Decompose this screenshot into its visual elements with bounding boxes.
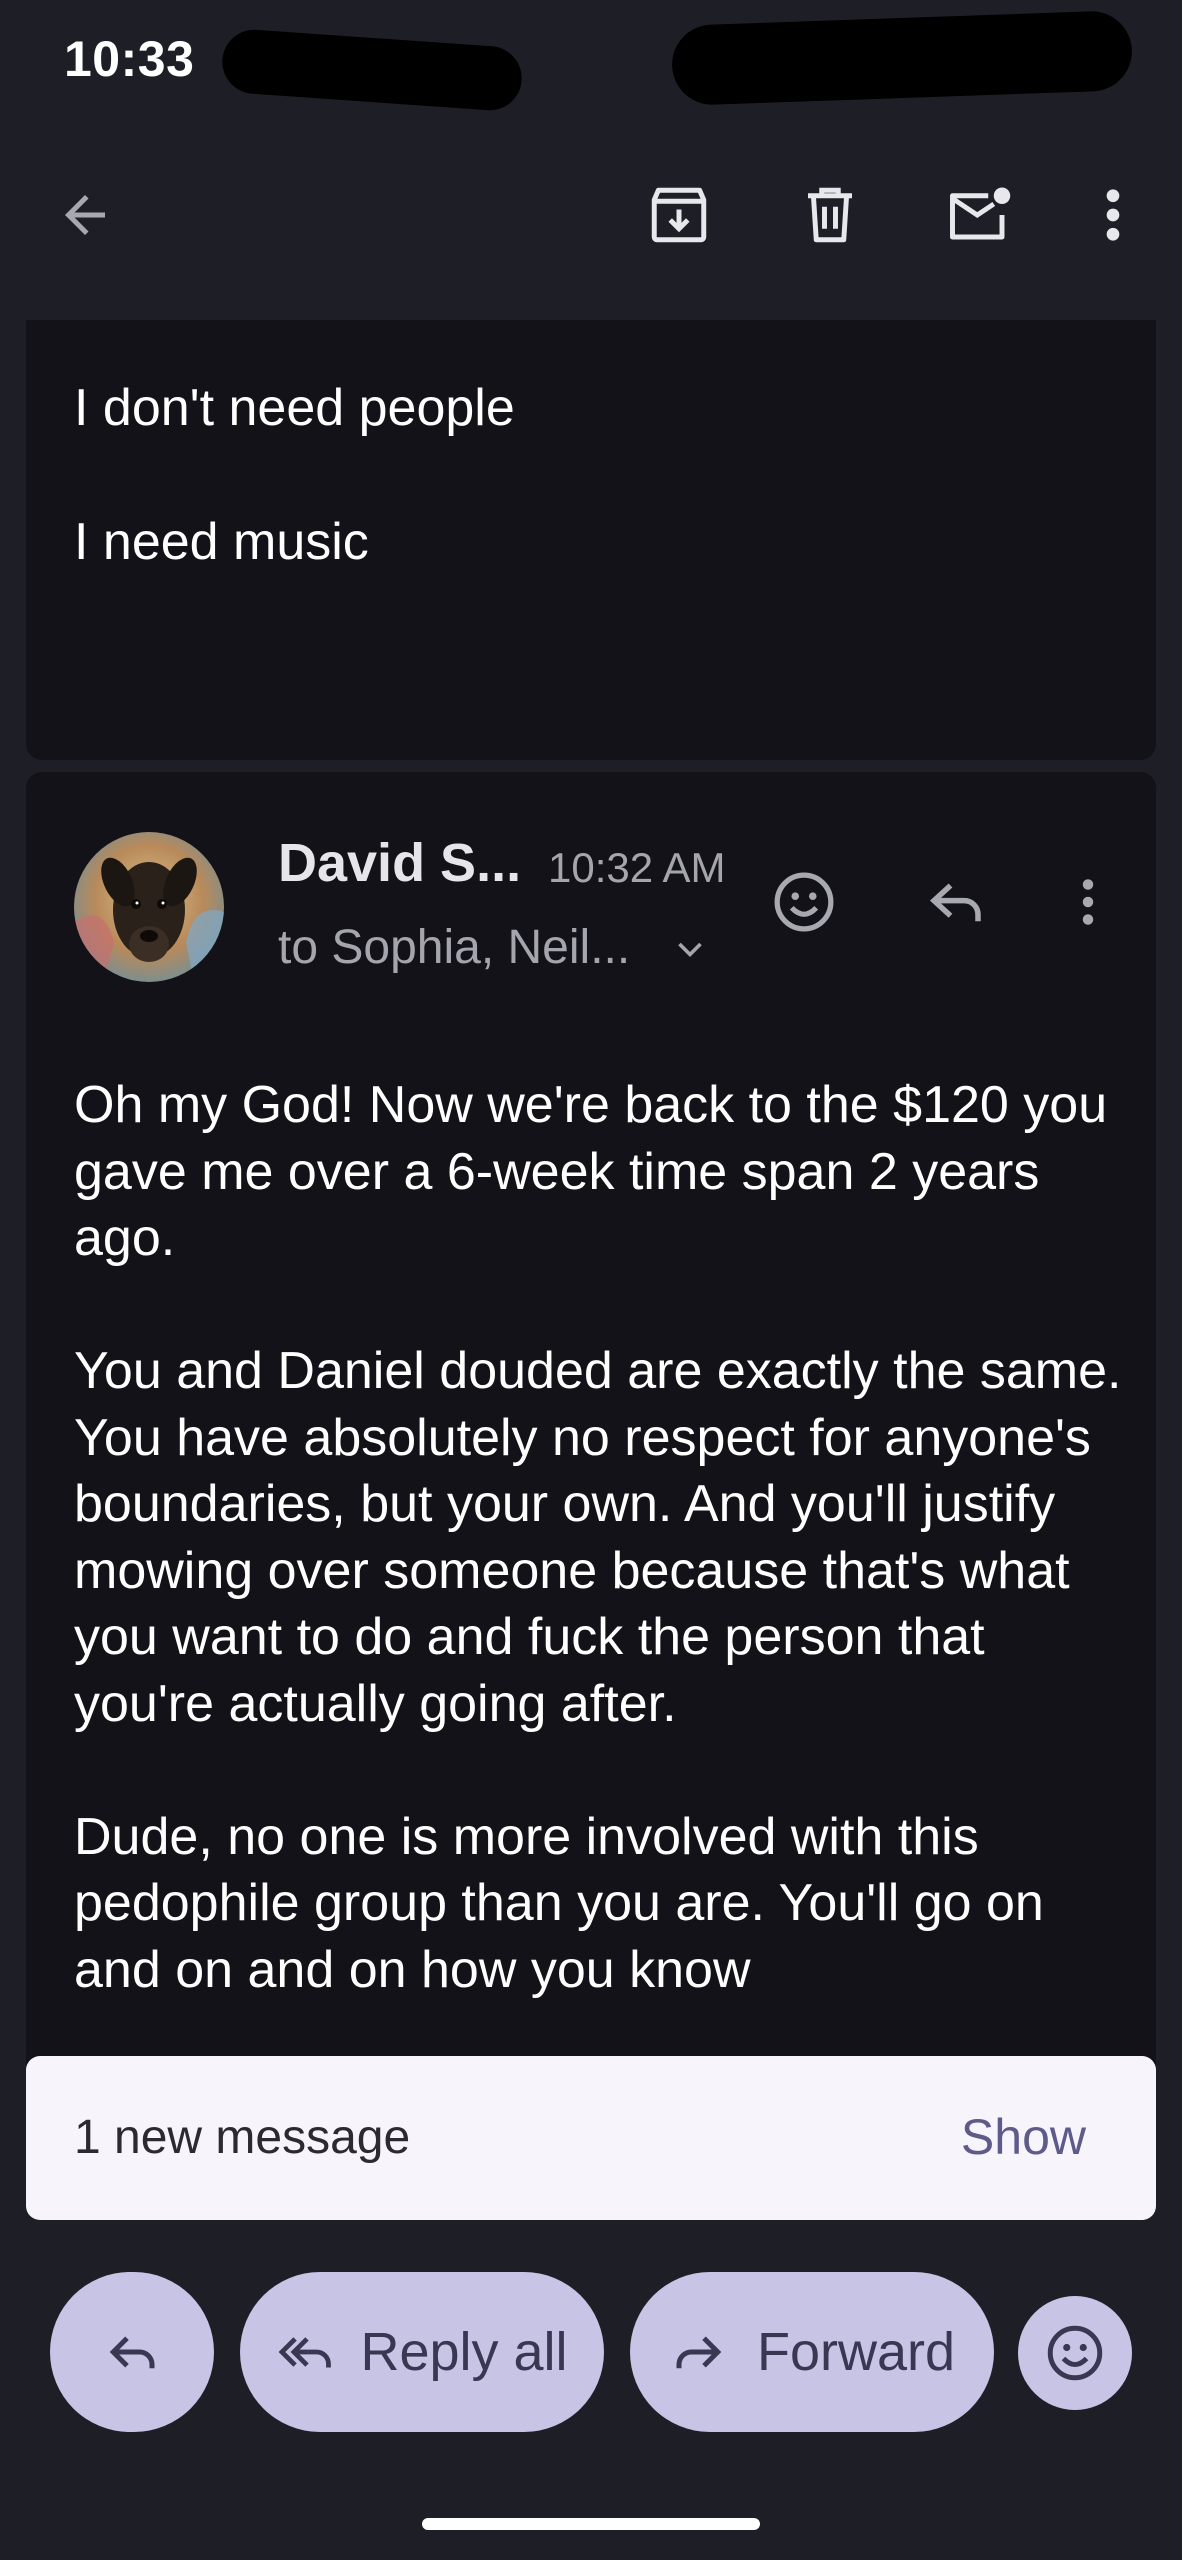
- reply-all-label: Reply all: [360, 2322, 568, 2382]
- emoji-icon: [774, 872, 834, 932]
- toolbar: [0, 160, 1182, 280]
- redaction-mark: [670, 9, 1134, 107]
- archive-button[interactable]: [624, 160, 734, 270]
- reply-all-icon: [279, 2337, 332, 2368]
- sender-name[interactable]: David S...: [278, 832, 521, 894]
- message-time: 10:32 AM: [548, 844, 726, 891]
- archive-icon: [651, 187, 707, 243]
- message-body: Oh my God! Now we're back to the $120 yo…: [74, 1072, 1134, 2070]
- mark-unread-button[interactable]: [925, 160, 1035, 270]
- arrow-back-icon: [65, 195, 105, 235]
- new-message-snackbar: 1 new message Show: [26, 2056, 1156, 2220]
- more-vert-icon: [1106, 189, 1120, 241]
- delete-icon: [808, 187, 852, 243]
- chevron-down-icon[interactable]: [672, 932, 708, 968]
- more-vert-icon: [1082, 879, 1094, 925]
- snackbar-text: 1 new message: [74, 2111, 411, 2164]
- message-line: I need music: [74, 513, 369, 571]
- recipients-summary[interactable]: to Sophia, Neil...: [278, 920, 630, 975]
- forward-label: Forward: [756, 2322, 956, 2382]
- status-time: 10:33: [64, 31, 195, 87]
- message-line: I don't need people: [74, 379, 515, 437]
- reply-pill-button[interactable]: [50, 2272, 214, 2432]
- email-screen: 10:33 I don't need people I need music D…: [0, 0, 1182, 2560]
- message-paragraph: Dude, no one is more involved with this …: [74, 1807, 1044, 1999]
- dog-avatar-image: [74, 832, 224, 982]
- more-options-button[interactable]: [1058, 160, 1168, 270]
- forward-icon: [676, 2336, 722, 2369]
- back-button[interactable]: [30, 160, 140, 270]
- emoji-reaction-button[interactable]: [1018, 2296, 1132, 2410]
- emoji-icon: [1047, 2325, 1103, 2381]
- message-paragraph: You and Daniel douded are exactly the sa…: [74, 1342, 1122, 1733]
- redaction-mark: [220, 27, 524, 113]
- reply-icon: [929, 883, 981, 922]
- add-reaction-button[interactable]: [754, 852, 854, 952]
- reply-button[interactable]: [906, 852, 1006, 952]
- reply-all-button[interactable]: Reply all: [240, 2272, 604, 2432]
- show-button[interactable]: Show: [961, 2108, 1086, 2166]
- forward-button[interactable]: Forward: [630, 2272, 994, 2432]
- message-more-button[interactable]: [1038, 852, 1138, 952]
- mark-unread-icon: [950, 187, 1011, 240]
- sender-avatar[interactable]: [74, 832, 224, 982]
- delete-button[interactable]: [775, 160, 885, 270]
- home-indicator[interactable]: [422, 2518, 760, 2530]
- previous-message-card: I don't need people I need music: [26, 320, 1156, 760]
- message-card: David S... 10:32 AM to Sophia, Neil... O…: [26, 772, 1156, 2072]
- status-bar: 10:33: [0, 0, 1182, 120]
- message-paragraph: Oh my God! Now we're back to the $120 yo…: [74, 1076, 1108, 1267]
- reply-icon: [109, 2336, 155, 2369]
